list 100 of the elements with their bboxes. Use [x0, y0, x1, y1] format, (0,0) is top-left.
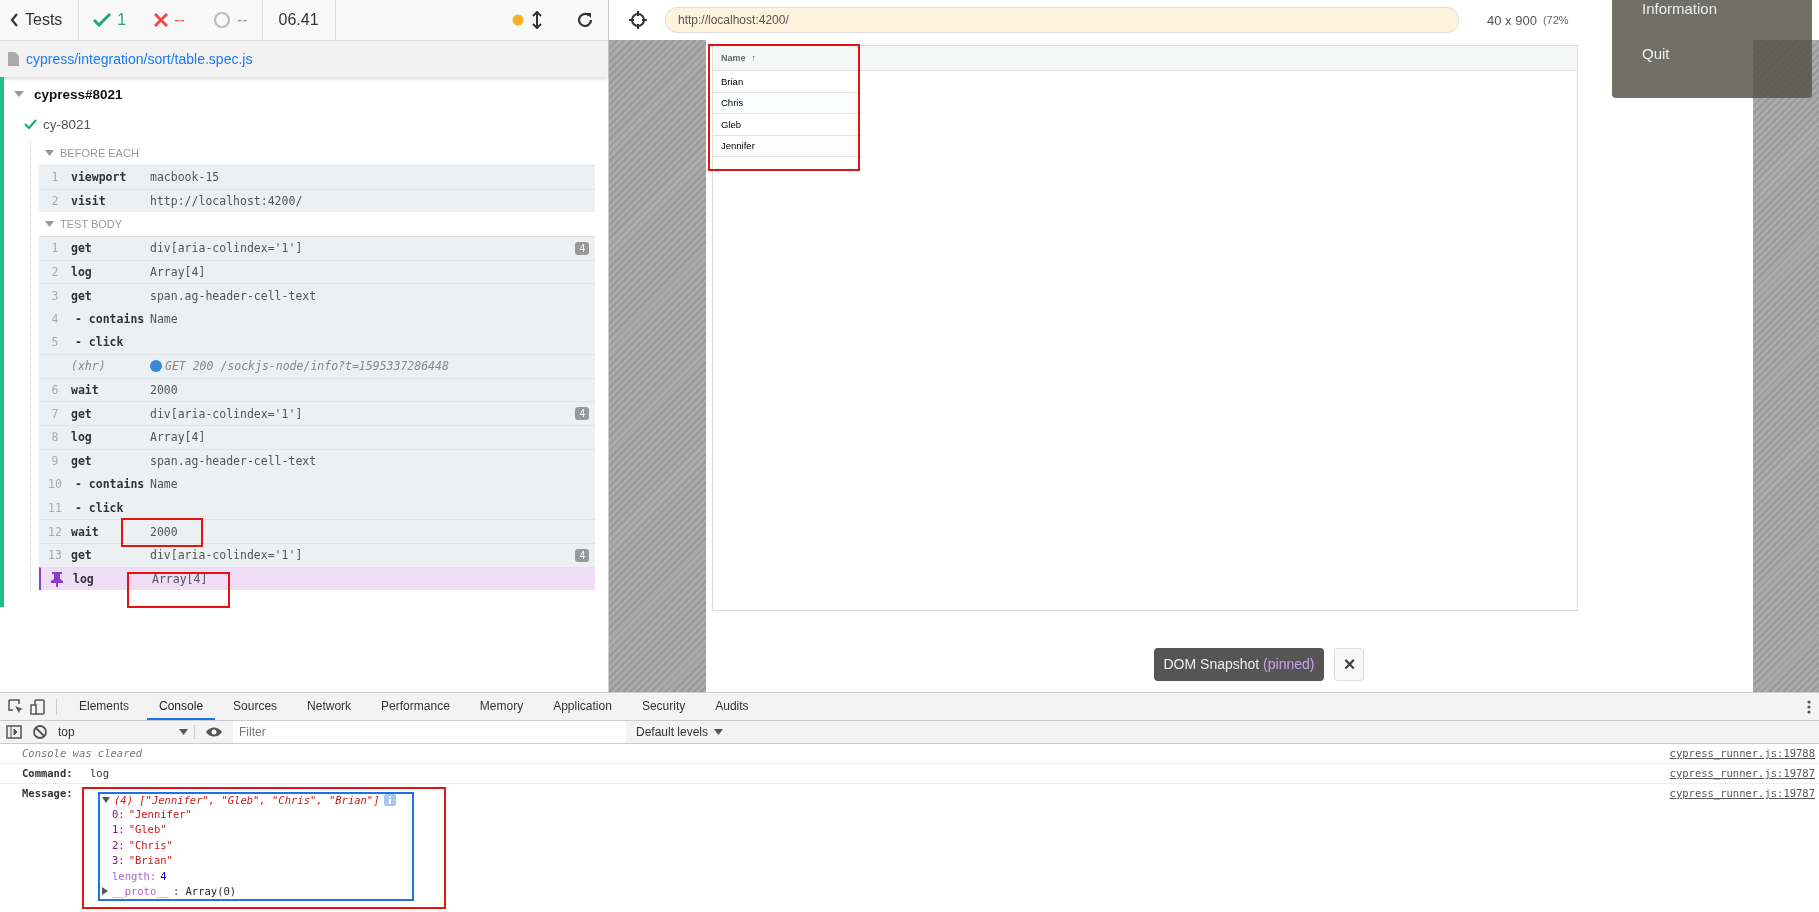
- caret-down-icon: [179, 729, 188, 735]
- command-row[interactable]: 2 visit http://localhost:4200/: [39, 188, 595, 213]
- more-options-icon[interactable]: [1807, 699, 1811, 714]
- resize-arrows-icon[interactable]: [532, 11, 542, 29]
- array-preview: (4) ["Jennifer", "Gleb", "Chris", "Brian"]: [114, 794, 380, 806]
- console-message: Console was cleared: [22, 747, 143, 760]
- grid-cell: Brian: [721, 75, 744, 87]
- devtools-tab[interactable]: Security: [629, 693, 698, 720]
- source-link[interactable]: cypress_runner.js:19787: [1669, 787, 1815, 800]
- command-row[interactable]: 11 - click: [39, 495, 595, 520]
- spec-link[interactable]: cypress/integration/sort/table.spec.js: [26, 51, 253, 67]
- command-message: Array[4]: [150, 430, 206, 445]
- command-name: - click: [74, 335, 125, 350]
- grid-cell: Gleb: [721, 118, 742, 130]
- devtools-tab[interactable]: Network: [295, 693, 364, 720]
- command-row[interactable]: 4 - contains Name: [39, 306, 595, 331]
- command-message: span.ag-header-cell-text: [150, 288, 317, 303]
- command-row[interactable]: 10 - contains Name: [39, 472, 595, 496]
- eye-icon[interactable]: [205, 726, 223, 738]
- suite-title[interactable]: cypress#8021: [34, 86, 123, 102]
- command-name: get: [71, 241, 93, 256]
- command-row[interactable]: log Array[4]: [39, 566, 595, 591]
- command-row[interactable]: 12 wait 2000: [39, 519, 595, 543]
- chevron-left-icon: [10, 13, 19, 27]
- caret-down-icon: [714, 729, 724, 735]
- duration: 06.41: [262, 0, 336, 40]
- devtools-tab[interactable]: Performance: [369, 693, 462, 720]
- property-key: __proto__: [112, 885, 169, 898]
- command-row[interactable]: 3 get span.ag-header-cell-text: [39, 283, 595, 307]
- devtools-tab[interactable]: Application: [541, 693, 624, 720]
- source-link[interactable]: cypress_runner.js:19787: [1669, 767, 1815, 780]
- command-row[interactable]: 6 wait 2000: [39, 377, 595, 402]
- element-count: 4: [575, 548, 589, 562]
- property-value: "Brian": [128, 854, 173, 867]
- inspect-cursor-icon[interactable]: [8, 698, 24, 715]
- failed-count: --: [174, 11, 185, 29]
- column-header[interactable]: Name ↑: [721, 53, 756, 63]
- device-toolbar-icon[interactable]: [30, 698, 46, 715]
- command-message: 2000: [150, 383, 178, 398]
- filter-field[interactable]: Filter: [233, 721, 626, 743]
- menu-item[interactable]: Quit: [1612, 22, 1812, 70]
- command-name: viewport: [71, 170, 128, 185]
- command-number: 2: [51, 265, 59, 280]
- viewport-scale: (72%: [1542, 14, 1569, 26]
- command-row[interactable]: 7 get div[aria-colindex='1'] 4: [39, 401, 595, 425]
- command-name: wait: [71, 383, 100, 398]
- command-number: 9: [51, 453, 59, 468]
- check-icon: [93, 13, 112, 27]
- command-number: 5: [51, 335, 59, 350]
- selector-crosshair-icon[interactable]: [629, 11, 647, 29]
- caret-right-icon[interactable]: [102, 887, 108, 896]
- command-number: 11: [48, 500, 62, 515]
- command-number: 4: [51, 311, 59, 326]
- test-title[interactable]: cy-8021: [43, 116, 92, 132]
- command-row[interactable]: 1 get div[aria-colindex='1'] 4: [39, 236, 595, 260]
- command-message: div[aria-colindex='1']: [150, 548, 303, 563]
- close-button[interactable]: ×: [1334, 648, 1365, 681]
- command-row[interactable]: 8 log Array[4]: [39, 424, 595, 449]
- caret-down-icon[interactable]: [102, 797, 110, 803]
- reload-icon[interactable]: [576, 11, 594, 29]
- command-name: - contains: [74, 476, 146, 491]
- cross-icon: [154, 13, 169, 27]
- devtools-tab[interactable]: Audits: [703, 693, 761, 720]
- file-icon: [8, 52, 19, 66]
- context-dropdown[interactable]: top: [58, 725, 195, 739]
- clear-console-icon[interactable]: [32, 724, 48, 740]
- command-message: Array[4]: [150, 265, 206, 280]
- property-value: "Chris": [128, 838, 173, 851]
- command-row[interactable]: 2 log Array[4]: [39, 259, 595, 284]
- element-count: 4: [575, 407, 589, 421]
- pending-count: --: [236, 11, 248, 29]
- command-name: log: [71, 430, 93, 445]
- command-number: 12: [48, 524, 62, 539]
- command-message: 2000: [150, 524, 178, 539]
- devtools-tab[interactable]: Memory: [467, 693, 536, 720]
- command-row[interactable]: 9 get span.ag-header-cell-text: [39, 448, 595, 473]
- command-message: div[aria-colindex='1']: [150, 406, 303, 421]
- command-message: http://localhost:4200/: [150, 193, 303, 208]
- viewport-size: 40 x 900: [1487, 12, 1537, 28]
- command-name: - click: [74, 500, 125, 515]
- status-dot-icon: [512, 14, 524, 26]
- levels-dropdown[interactable]: Default levels: [636, 725, 724, 739]
- command-row[interactable]: 13 get div[aria-colindex='1'] 4: [39, 542, 595, 567]
- menu-item[interactable]: Information: [1612, 0, 1812, 22]
- command-message: span.ag-header-cell-text: [150, 453, 317, 468]
- property-value: : Array(0): [172, 885, 237, 898]
- sidebar-toggle-icon[interactable]: [6, 725, 22, 739]
- property-key: length:: [112, 869, 157, 882]
- command-row[interactable]: 1 viewport macbook-15: [39, 165, 595, 189]
- command-name: visit: [71, 193, 107, 208]
- devtools-tab[interactable]: Sources: [221, 693, 290, 720]
- request-dot-icon: [150, 360, 162, 373]
- command-name: get: [71, 288, 93, 303]
- devtools-tab[interactable]: Elements: [67, 693, 142, 720]
- url-field[interactable]: http://localhost:4200/: [665, 7, 1459, 33]
- command-name: (xhr): [71, 359, 107, 374]
- command-row[interactable]: 5 - click: [39, 330, 595, 355]
- command-number: 1: [51, 170, 59, 185]
- command-number: 7: [51, 406, 59, 421]
- source-link[interactable]: cypress_runner.js:19788: [1669, 747, 1815, 760]
